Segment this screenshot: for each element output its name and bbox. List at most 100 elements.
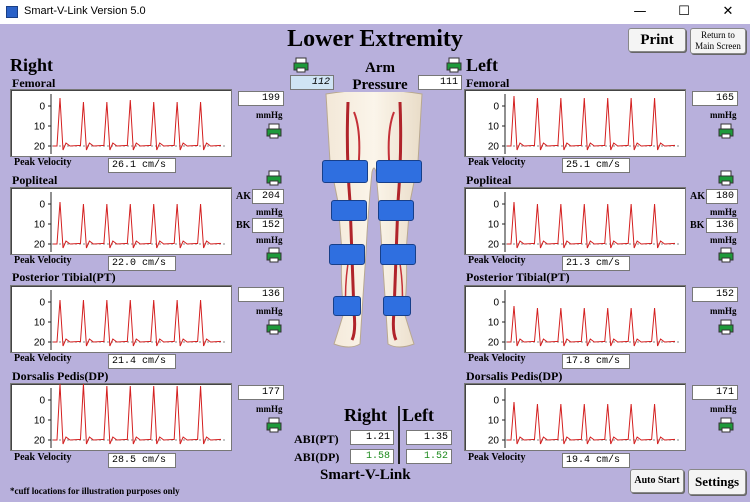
y-tick-label: 20 xyxy=(488,338,500,349)
peak-velocity-label: Peak Velocity xyxy=(14,157,72,168)
right-popliteal-ak-field[interactable]: 204 xyxy=(252,189,284,204)
peak-velocity-label: Peak Velocity xyxy=(468,353,526,364)
abi-dp-left-field[interactable]: 1.52 xyxy=(406,449,452,464)
waveform-plot: 20 10 0 xyxy=(34,290,225,350)
left-pt-chart: 20 10 0 xyxy=(464,285,686,353)
right-popliteal-velocity-field[interactable]: 22.0 cm/s xyxy=(108,256,176,271)
peak-velocity-label: Peak Velocity xyxy=(468,255,526,266)
arm-pressure-left-field[interactable]: 111 xyxy=(418,75,462,90)
settings-button[interactable]: Settings xyxy=(688,469,746,495)
printer-icon[interactable] xyxy=(266,417,282,433)
y-tick-label: 20 xyxy=(488,142,500,153)
right-dp-velocity-field[interactable]: 28.5 cm/s xyxy=(108,453,176,468)
left-pt-pressure-field[interactable]: 152 xyxy=(692,287,738,302)
auto-start-button[interactable]: Auto Start xyxy=(630,469,684,493)
y-tick-label: 10 xyxy=(34,122,46,133)
waveform-line xyxy=(53,201,222,249)
right-pt-pressure-field[interactable]: 136 xyxy=(238,287,284,302)
waveform-plot: 20 10 0 xyxy=(34,384,225,448)
cuff-left-calf xyxy=(380,244,416,265)
printer-icon[interactable] xyxy=(293,57,309,73)
printer-icon[interactable] xyxy=(718,417,734,433)
waveform-line xyxy=(53,384,222,445)
minimize-button[interactable]: — xyxy=(618,0,662,24)
arm-pressure-right-field[interactable]: 112 xyxy=(290,75,334,90)
left-popliteal-velocity-field[interactable]: 21.3 cm/s xyxy=(562,256,630,271)
right-femoral-chart: 20 10 0 xyxy=(10,89,232,157)
right-dp-pressure-field[interactable]: 177 xyxy=(238,385,284,400)
y-tick-label: 0 xyxy=(39,200,45,211)
left-femoral-pressure-field[interactable]: 165 xyxy=(692,91,738,106)
y-tick-label: 0 xyxy=(493,396,499,407)
window-titlebar: Smart-V-Link Version 5.0 — ☐ ✕ xyxy=(0,0,750,24)
printer-icon[interactable] xyxy=(718,319,734,335)
ak-label: AK xyxy=(690,191,705,202)
cuff-right-calf xyxy=(329,244,365,265)
y-tick-label: 0 xyxy=(493,298,499,309)
y-tick-label: 0 xyxy=(39,102,45,113)
unit-label: mmHg xyxy=(710,207,737,217)
waveform-line xyxy=(507,401,676,445)
printer-icon[interactable] xyxy=(266,170,282,186)
y-tick-label: 0 xyxy=(493,200,499,211)
right-dp-chart: 20 10 0 xyxy=(10,383,232,451)
y-tick-label: 10 xyxy=(488,220,500,231)
unit-label: mmHg xyxy=(256,404,283,414)
left-popliteal-bk-field[interactable]: 136 xyxy=(706,218,738,233)
y-tick-label: 0 xyxy=(39,396,45,407)
printer-icon[interactable] xyxy=(446,57,462,73)
printer-icon[interactable] xyxy=(266,319,282,335)
bk-label: BK xyxy=(690,220,705,231)
printer-icon[interactable] xyxy=(266,123,282,139)
unit-label: mmHg xyxy=(710,110,737,120)
y-tick-label: 10 xyxy=(34,416,46,427)
y-tick-label: 20 xyxy=(488,240,500,251)
left-femoral-velocity-field[interactable]: 25.1 cm/s xyxy=(562,158,630,173)
right-pt-chart: 20 10 0 xyxy=(10,285,232,353)
left-popliteal-ak-field[interactable]: 180 xyxy=(706,189,738,204)
return-main-button[interactable]: Return to Main Screen xyxy=(690,28,746,54)
printer-icon[interactable] xyxy=(718,247,734,263)
peak-velocity-label: Peak Velocity xyxy=(14,353,72,364)
waveform-plot: 20 10 0 xyxy=(34,192,225,252)
unit-label: mmHg xyxy=(710,235,737,245)
right-side-title: Right xyxy=(10,55,54,75)
brand-label: Smart-V-Link xyxy=(320,467,411,483)
print-button[interactable]: Print xyxy=(628,28,686,52)
cuff-right-above-knee xyxy=(331,200,367,221)
printer-icon[interactable] xyxy=(718,170,734,186)
right-popliteal-label: Popliteal xyxy=(12,173,58,187)
left-dp-pressure-field[interactable]: 171 xyxy=(692,385,738,400)
maximize-button[interactable]: ☐ xyxy=(662,0,706,24)
abi-pt-right-field[interactable]: 1.21 xyxy=(350,430,394,445)
right-pt-velocity-field[interactable]: 21.4 cm/s xyxy=(108,354,176,369)
abi-pt-left-field[interactable]: 1.35 xyxy=(406,430,452,445)
left-pt-label: Posterior Tibial(PT) xyxy=(466,270,570,284)
printer-icon[interactable] xyxy=(266,247,282,263)
right-femoral-velocity-field[interactable]: 26.1 cm/s xyxy=(108,158,176,173)
unit-label: mmHg xyxy=(710,404,737,414)
right-femoral-pressure-field[interactable]: 199 xyxy=(238,91,284,106)
peak-velocity-label: Peak Velocity xyxy=(468,452,526,463)
left-dp-chart: 20 10 0 xyxy=(464,383,686,451)
y-tick-label: 20 xyxy=(34,240,46,251)
cuff-left-ankle xyxy=(383,296,411,316)
close-button[interactable]: ✕ xyxy=(706,0,750,24)
waveform-plot: 20 10 0 xyxy=(488,388,679,448)
right-popliteal-bk-field[interactable]: 152 xyxy=(252,218,284,233)
y-tick-label: 10 xyxy=(34,318,46,329)
left-pt-velocity-field[interactable]: 17.8 cm/s xyxy=(562,354,630,369)
printer-icon[interactable] xyxy=(718,123,734,139)
left-dp-velocity-field[interactable]: 19.4 cm/s xyxy=(562,453,630,468)
unit-label: mmHg xyxy=(256,306,283,316)
abi-pt-label: ABI(PT) xyxy=(294,432,339,446)
ak-label: AK xyxy=(236,191,251,202)
abi-dp-right-field[interactable]: 1.58 xyxy=(350,449,394,464)
peak-velocity-label: Peak Velocity xyxy=(14,255,72,266)
waveform-plot: 20 10 0 xyxy=(488,290,679,350)
abi-right-header: Right xyxy=(344,405,388,425)
page-title: Lower Extremity xyxy=(287,26,463,52)
y-tick-label: 10 xyxy=(488,122,500,133)
y-tick-label: 20 xyxy=(34,338,46,349)
right-popliteal-chart: 20 10 0 xyxy=(10,187,232,255)
